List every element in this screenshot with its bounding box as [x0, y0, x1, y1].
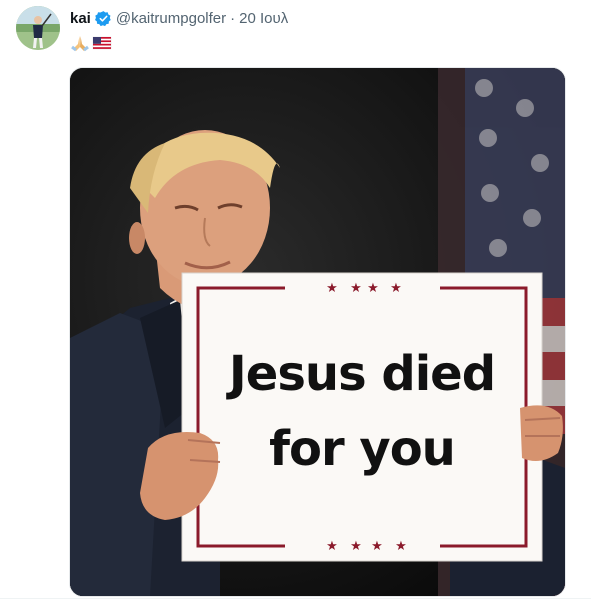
tweet[interactable]: kai @kaitrumpgolfer · 20 Ιουλ ★ ★ ★ ★ ★ …: [0, 0, 591, 600]
divider: [0, 598, 591, 599]
svg-text:★: ★: [371, 539, 383, 554]
protest-sign: ★ ★ ★ ★ ★ ★ ★ ★ Jesus died for you: [181, 272, 543, 562]
sign-text-line-2: for you: [269, 421, 455, 477]
tweet-header: kai @kaitrumpgolfer · 20 Ιουλ: [70, 8, 288, 28]
photo: ★ ★ ★ ★ ★ ★ ★ ★ Jesus died for you: [70, 68, 565, 596]
svg-text:★: ★: [350, 281, 362, 296]
post-timestamp[interactable]: 20 Ιουλ: [239, 10, 288, 27]
folded-hands-emoji-icon: [71, 36, 89, 52]
avatar[interactable]: [16, 6, 60, 50]
svg-text:★: ★: [326, 281, 338, 296]
svg-text:★: ★: [350, 539, 362, 554]
tweet-media-image[interactable]: ★ ★ ★ ★ ★ ★ ★ ★ Jesus died for you: [69, 67, 566, 597]
svg-text:★: ★: [390, 281, 402, 296]
author-display-name[interactable]: kai: [70, 10, 91, 27]
tweet-caption: [70, 32, 112, 54]
svg-text:★: ★: [395, 539, 407, 554]
verified-badge-icon[interactable]: [94, 10, 112, 27]
us-flag-emoji-icon: [92, 36, 112, 50]
author-handle[interactable]: @kaitrumpgolfer: [116, 10, 226, 27]
svg-text:★: ★: [367, 281, 379, 296]
svg-text:★: ★: [326, 539, 338, 554]
header-separator: ·: [230, 9, 236, 27]
avatar-image: [16, 6, 60, 50]
sign-text-line-1: Jesus died: [226, 346, 495, 402]
